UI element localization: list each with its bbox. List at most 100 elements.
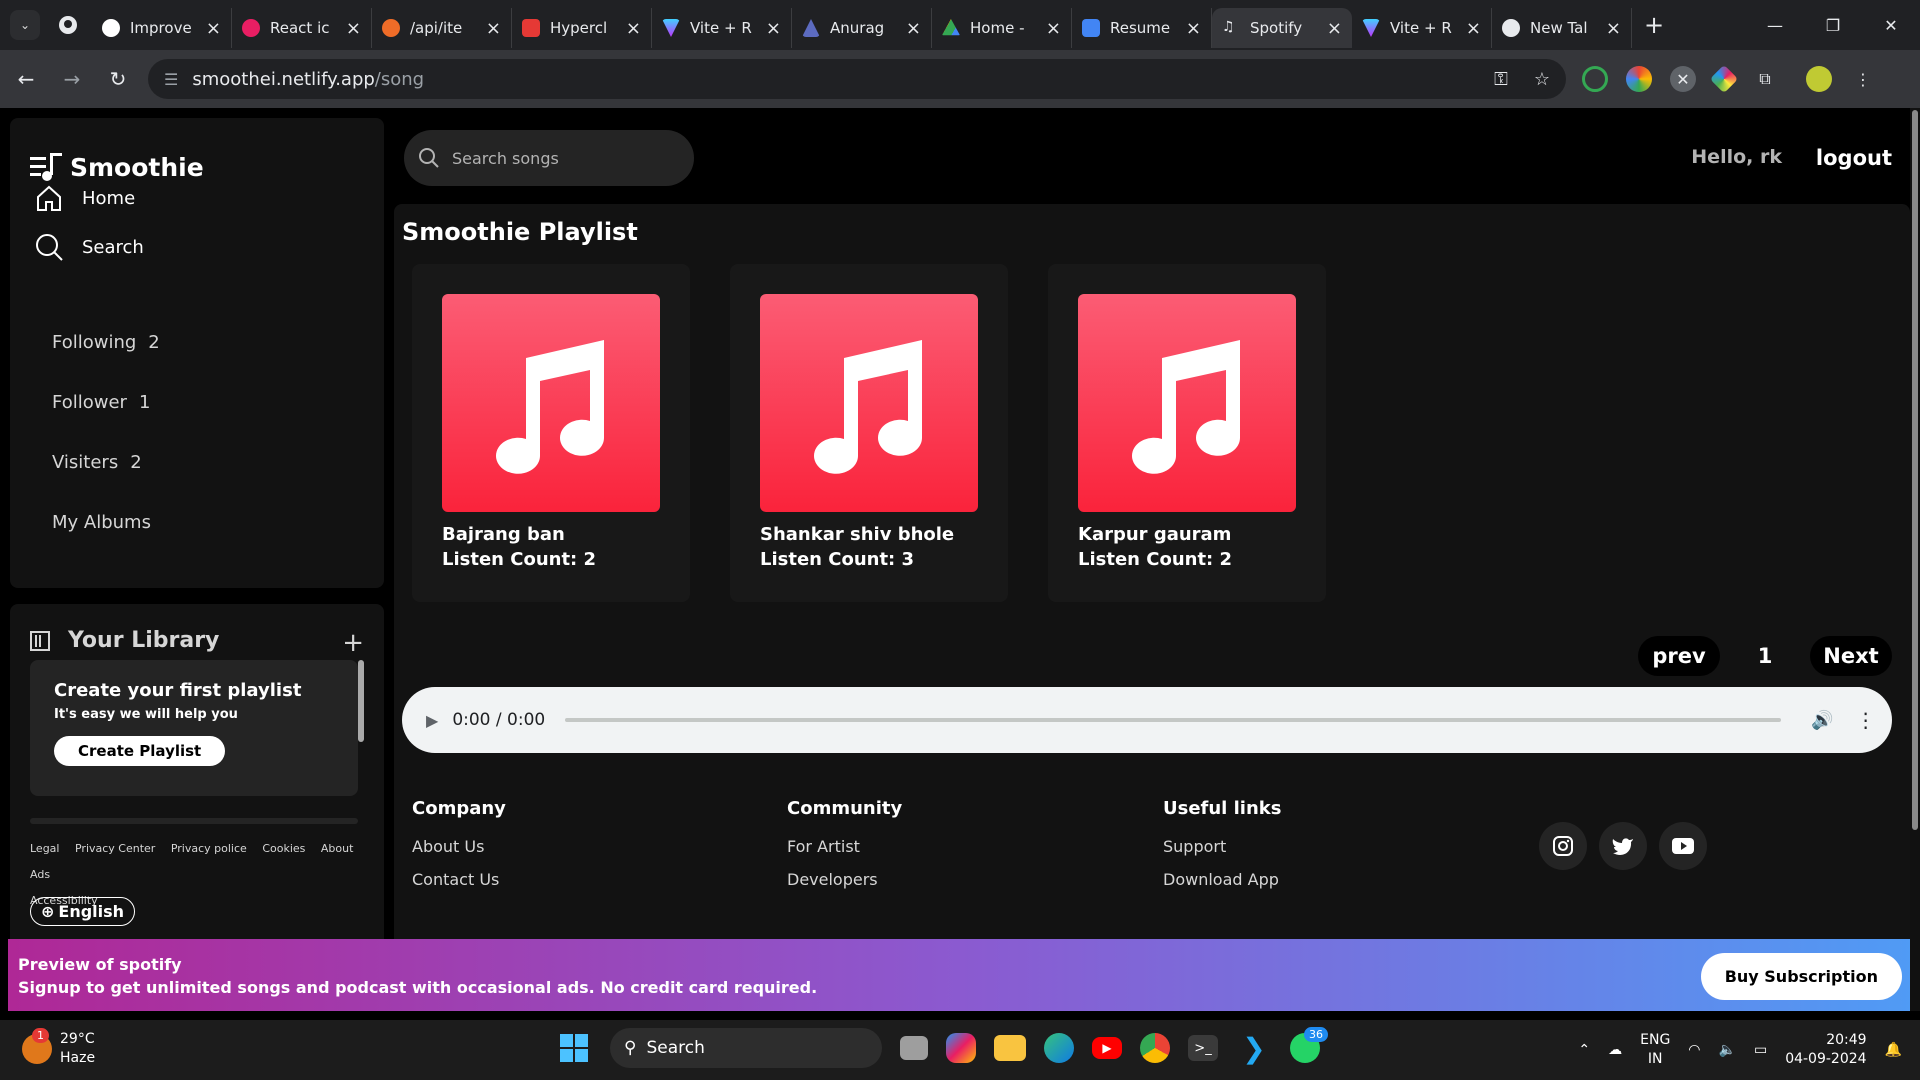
browser-menu-icon[interactable]: ⋮ <box>1850 66 1876 92</box>
password-key-icon[interactable]: ⚿ <box>1494 69 1508 90</box>
volume-icon[interactable]: 🔊 <box>1811 710 1833 731</box>
page-scrollbar-thumb[interactable] <box>1912 110 1918 830</box>
language-button[interactable]: ⊕ English <box>30 897 136 926</box>
instagram-icon[interactable] <box>1539 822 1587 870</box>
browser-tab[interactable]: Improve × <box>92 8 232 48</box>
restore-icon[interactable]: ❐ <box>1804 0 1862 50</box>
extensions-puzzle-icon[interactable]: ⧉ <box>1752 66 1778 92</box>
notification-bell-icon[interactable]: 🔔 <box>1885 1042 1902 1058</box>
privacy-center-link[interactable]: Privacy Center <box>75 842 155 855</box>
edge-icon[interactable] <box>1044 1033 1074 1063</box>
close-tab-icon[interactable]: × <box>1327 18 1342 39</box>
cookies-link[interactable]: Cookies <box>262 842 305 855</box>
player-more-icon[interactable]: ⋮ <box>1856 708 1876 732</box>
browser-tab[interactable]: React ic × <box>232 8 372 48</box>
support-link[interactable]: Support <box>1163 837 1281 856</box>
minimize-icon[interactable]: — <box>1746 0 1804 50</box>
add-library-button[interactable]: + <box>342 628 364 658</box>
input-language[interactable]: ENG IN <box>1640 1031 1670 1069</box>
youtube-app-icon[interactable]: ▶ <box>1092 1037 1122 1059</box>
song-card[interactable]: Bajrang ban Listen Count: 2 <box>412 264 690 602</box>
legal-link[interactable]: Legal <box>30 842 59 855</box>
youtube-icon[interactable] <box>1659 822 1707 870</box>
browser-tab[interactable]: Hypercl × <box>512 8 652 48</box>
terminal-icon[interactable]: >_ <box>1188 1035 1218 1061</box>
forward-button[interactable]: → <box>52 59 92 99</box>
page-scrollbar[interactable] <box>1910 108 1920 1011</box>
sidebar-item-home[interactable]: Home <box>34 183 135 213</box>
battery-icon[interactable]: ▭ <box>1754 1042 1767 1058</box>
developers-link[interactable]: Developers <box>787 870 902 889</box>
bookmark-star-icon[interactable]: ☆ <box>1534 69 1550 90</box>
twitter-icon[interactable] <box>1599 822 1647 870</box>
file-explorer-icon[interactable] <box>994 1035 1026 1061</box>
browser-tab[interactable]: Vite + R × <box>1352 8 1492 48</box>
copilot-icon[interactable] <box>946 1033 976 1063</box>
browser-tab-active[interactable]: ♫ Spotify × <box>1212 8 1352 48</box>
privacy-policy-link[interactable]: Privacy police <box>171 842 247 855</box>
close-tab-icon[interactable]: × <box>906 18 921 39</box>
sidebar-item-visiters[interactable]: Visiters 2 <box>52 452 142 473</box>
create-playlist-button[interactable]: Create Playlist <box>54 736 226 766</box>
close-tab-icon[interactable]: × <box>1046 18 1061 39</box>
clock[interactable]: 20:49 04-09-2024 <box>1785 1031 1866 1069</box>
tray-chevron-icon[interactable]: ⌃ <box>1578 1042 1590 1058</box>
next-page-button[interactable]: Next <box>1810 636 1892 676</box>
about-us-link[interactable]: About Us <box>412 837 506 856</box>
site-info-icon[interactable]: ☰ <box>164 70 178 89</box>
wifi-icon[interactable]: ◠ <box>1688 1042 1700 1058</box>
song-search-box[interactable] <box>404 130 694 186</box>
library-scrollbar[interactable] <box>358 660 364 742</box>
browser-tab[interactable]: Home - × <box>932 8 1072 48</box>
browser-tab[interactable]: Vite + R × <box>652 8 792 48</box>
sidebar-item-search[interactable]: Search <box>34 232 144 262</box>
sidebar-item-follower[interactable]: Follower 1 <box>52 392 150 413</box>
browser-tab[interactable]: /api/ite × <box>372 8 512 48</box>
close-tab-icon[interactable]: × <box>1606 18 1621 39</box>
browser-tab[interactable]: Anurag × <box>792 8 932 48</box>
close-tab-icon[interactable]: × <box>626 18 641 39</box>
sidebar-item-my-albums[interactable]: My Albums <box>52 512 151 533</box>
extension-color-icon[interactable] <box>1626 66 1652 92</box>
song-card[interactable]: Shankar shiv bhole Listen Count: 3 <box>730 264 1008 602</box>
play-icon[interactable]: ▶ <box>426 711 438 730</box>
prev-page-button[interactable]: prev <box>1638 636 1720 676</box>
new-tab-button[interactable]: + <box>1636 7 1672 43</box>
extension-gray-icon[interactable]: ✕ <box>1670 66 1696 92</box>
weather-widget[interactable]: 1 29°C Haze <box>22 1028 95 1068</box>
close-tab-icon[interactable]: × <box>486 18 501 39</box>
close-tab-icon[interactable]: × <box>206 18 221 39</box>
close-tab-icon[interactable]: × <box>1186 18 1201 39</box>
contact-us-link[interactable]: Contact Us <box>412 870 506 889</box>
browser-tab[interactable]: New Tal × <box>1492 8 1632 48</box>
taskbar-search[interactable]: ⚲ Search <box>610 1028 882 1068</box>
whatsapp-icon[interactable]: 36 <box>1290 1027 1328 1063</box>
task-view-icon[interactable] <box>900 1036 928 1060</box>
extension-prism-icon[interactable] <box>1709 64 1739 94</box>
close-tab-icon[interactable]: × <box>1466 18 1481 39</box>
browser-tab[interactable]: Resume × <box>1072 8 1212 48</box>
brand-logo[interactable]: Smoothie <box>30 151 204 183</box>
buy-subscription-button[interactable]: Buy Subscription <box>1700 952 1902 1000</box>
song-card[interactable]: Karpur gauram Listen Count: 2 <box>1048 264 1326 602</box>
close-window-icon[interactable]: ✕ <box>1862 0 1920 50</box>
logout-button[interactable]: logout <box>1816 146 1892 170</box>
close-tab-icon[interactable]: × <box>346 18 361 39</box>
close-tab-icon[interactable]: × <box>766 18 781 39</box>
profile-avatar[interactable] <box>1806 66 1832 92</box>
for-artist-link[interactable]: For Artist <box>787 837 902 856</box>
back-button[interactable]: ← <box>6 59 46 99</box>
seek-bar[interactable] <box>565 718 1782 722</box>
library-header[interactable]: Your Library <box>28 628 219 653</box>
tab-search-dropdown[interactable]: ⌄ <box>10 10 40 40</box>
url-omnibox[interactable]: ☰ smoothei.netlify.app/song ⚿ ☆ <box>148 59 1566 99</box>
chrome-icon[interactable] <box>1140 1033 1170 1063</box>
windows-start-icon[interactable] <box>556 1030 592 1066</box>
speaker-icon[interactable]: 🔈 <box>1719 1042 1736 1058</box>
reload-button[interactable]: ↻ <box>98 59 138 99</box>
onedrive-icon[interactable]: ☁ <box>1608 1042 1622 1058</box>
search-input[interactable] <box>452 148 672 168</box>
vscode-icon[interactable]: ❯ <box>1236 1030 1272 1066</box>
download-app-link[interactable]: Download App <box>1163 870 1281 889</box>
pinned-github-tab[interactable] <box>50 10 86 40</box>
